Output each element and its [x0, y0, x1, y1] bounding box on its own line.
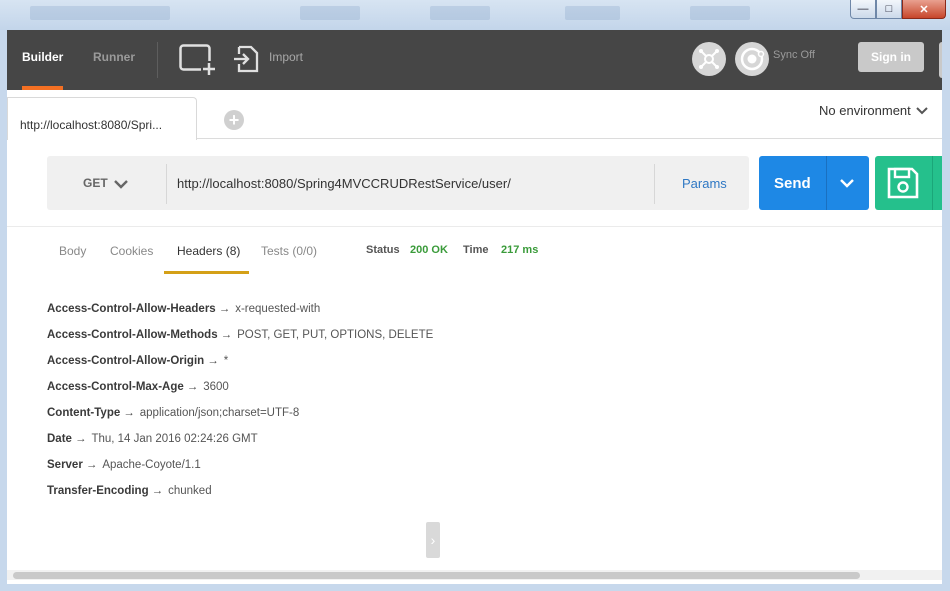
- postman-app: Builder Runner Import Sync Off Sign in h…: [7, 30, 942, 584]
- url-input[interactable]: [177, 172, 647, 194]
- save-button[interactable]: [875, 156, 942, 210]
- plus-icon[interactable]: +: [224, 110, 244, 130]
- tab-runner[interactable]: Runner: [93, 30, 135, 90]
- header-key: Access-Control-Max-Age: [47, 381, 184, 393]
- header-row: Date → Thu, 14 Jan 2016 02:24:26 GMT: [47, 433, 433, 459]
- header-key: Transfer-Encoding: [47, 485, 149, 497]
- response-panel: Body Cookies Headers (8) Tests (0/0) Sta…: [7, 226, 942, 584]
- interceptor-icon[interactable]: [692, 42, 726, 76]
- header-key: Access-Control-Allow-Headers: [47, 303, 216, 315]
- tab-builder[interactable]: Builder: [22, 30, 64, 90]
- header-overflow-edge: [939, 42, 942, 78]
- time-value: 217 ms: [501, 244, 539, 256]
- header-value: x-requested-with: [235, 303, 321, 315]
- arrow: →: [151, 485, 164, 497]
- chevron-down-icon[interactable]: [114, 177, 128, 195]
- status-label: Status: [366, 244, 400, 256]
- scrollbar-thumb[interactable]: [13, 572, 860, 579]
- window-border-left: [0, 30, 7, 591]
- arrow: →: [74, 433, 87, 445]
- sync-icon[interactable]: [735, 42, 769, 76]
- header-row: Transfer-Encoding → chunked: [47, 485, 433, 511]
- header-key: Access-Control-Allow-Origin: [47, 355, 205, 367]
- header-row: Content-Type → application/json;charset=UT…: [47, 407, 433, 433]
- send-label: Send: [774, 175, 811, 192]
- blurred-taskbar-item: [30, 6, 170, 20]
- send-button[interactable]: Send: [759, 156, 869, 210]
- request-url-bar: GET Params: [47, 156, 749, 210]
- save-icon: [886, 166, 920, 205]
- new-window-icon[interactable]: [179, 44, 217, 81]
- header-value: POST, GET, PUT, OPTIONS, DELETE: [237, 329, 434, 341]
- arrow: →: [220, 329, 233, 341]
- import-icon[interactable]: [233, 44, 261, 79]
- divider: [826, 156, 827, 210]
- window-border-right: [942, 30, 950, 591]
- params-button[interactable]: Params: [682, 176, 727, 191]
- import-label[interactable]: Import: [269, 50, 303, 64]
- blurred-taskbar-item: [300, 6, 360, 20]
- header-row: Access-Control-Allow-Headers → x-requested…: [47, 303, 433, 329]
- window-border-bottom: [0, 584, 950, 591]
- sync-status-label: Sync Off: [773, 49, 815, 61]
- minimize-button[interactable]: —: [850, 0, 876, 19]
- response-headers-list: Access-Control-Allow-Headers → x-requested…: [47, 303, 433, 511]
- tab-body[interactable]: Body: [59, 244, 86, 258]
- header-value: application/json;charset=UTF-8: [139, 407, 300, 419]
- tab-tests[interactable]: Tests (0/0): [261, 244, 317, 258]
- header-value: chunked: [168, 485, 212, 497]
- window-titlebar: — □ ✕: [0, 0, 950, 30]
- header-row: Server → Apache-Coyote/1.1: [47, 459, 433, 485]
- arrow: →: [218, 303, 231, 315]
- header-key: Content-Type: [47, 407, 121, 419]
- maximize-button[interactable]: □: [876, 0, 902, 19]
- chevron-down-icon[interactable]: [839, 176, 855, 195]
- method-select[interactable]: GET: [83, 176, 108, 190]
- header-key: Date: [47, 433, 72, 445]
- header-key: Access-Control-Allow-Methods: [47, 329, 218, 341]
- arrow: →: [123, 407, 135, 419]
- header-value: *: [223, 355, 229, 367]
- header-divider: [157, 42, 158, 78]
- arrow: →: [207, 355, 219, 367]
- divider: [932, 156, 933, 210]
- header-row: Access-Control-Allow-Methods → POST, GET, …: [47, 329, 433, 355]
- app-header: Builder Runner Import Sync Off Sign in: [7, 30, 942, 90]
- blurred-taskbar-item: [430, 6, 490, 20]
- status-value: 200 OK: [410, 244, 448, 256]
- tab-cookies[interactable]: Cookies: [110, 244, 153, 258]
- active-tab-indicator: [164, 271, 249, 274]
- environment-select[interactable]: No environment: [819, 103, 911, 118]
- time-label: Time: [463, 244, 489, 256]
- arrow: →: [186, 381, 199, 393]
- chevron-right-icon[interactable]: ›: [426, 522, 440, 558]
- request-tab[interactable]: http://localhost:8080/Spri...: [7, 97, 197, 140]
- header-value: Apache-Coyote/1.1: [102, 459, 201, 471]
- close-button[interactable]: ✕: [902, 0, 946, 19]
- header-value: Thu, 14 Jan 2016 02:24:26 GMT: [91, 433, 258, 445]
- header-row: Access-Control-Max-Age → 3600: [47, 381, 433, 407]
- request-tab-label: http://localhost:8080/Spri...: [20, 118, 163, 132]
- arrow: →: [85, 459, 98, 471]
- tab-headers[interactable]: Headers (8): [177, 244, 240, 258]
- divider: [654, 164, 655, 204]
- sign-in-button[interactable]: Sign in: [858, 42, 924, 72]
- header-value: 3600: [203, 381, 229, 393]
- divider: [166, 164, 167, 204]
- chevron-down-icon[interactable]: [915, 103, 929, 120]
- blurred-taskbar-item: [690, 6, 750, 20]
- header-key: Server: [47, 459, 83, 471]
- header-row: Access-Control-Allow-Origin → *: [47, 355, 433, 381]
- blurred-taskbar-item: [565, 6, 620, 20]
- request-tabs-bar: http://localhost:8080/Spri... + No envir…: [7, 90, 942, 140]
